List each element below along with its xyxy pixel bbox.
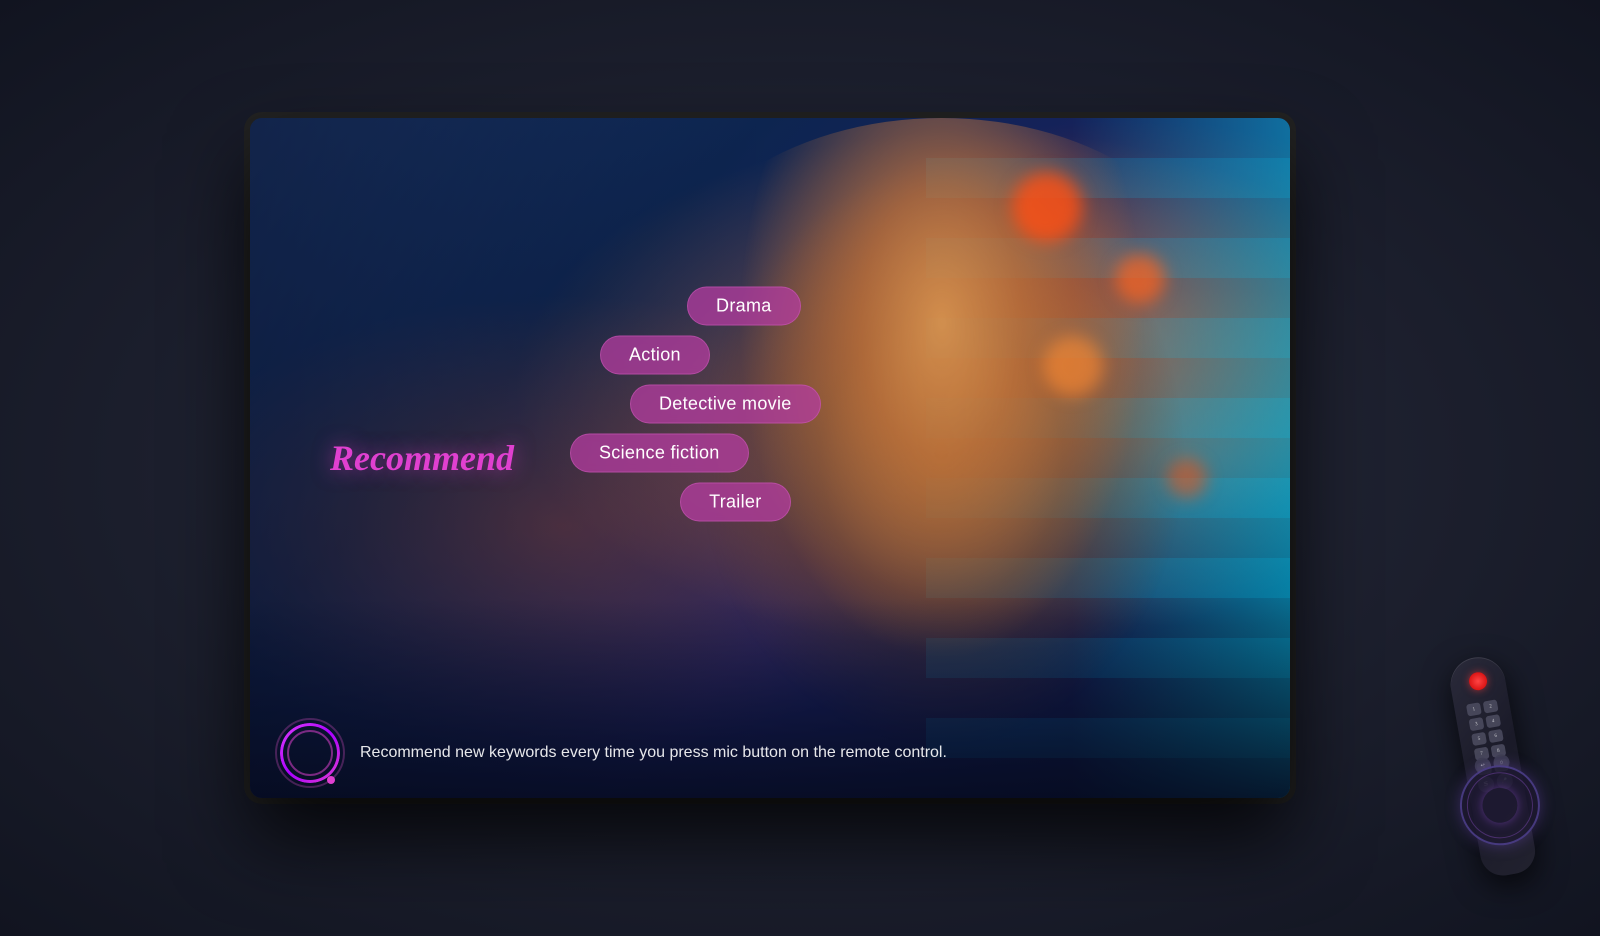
- remote-btn-2[interactable]: 2: [1483, 699, 1499, 713]
- remote-btn-3[interactable]: 3: [1469, 717, 1485, 731]
- voice-assistant-icon: [280, 723, 340, 783]
- remote-control: 1 2 3 4 5 6 7 8 9 0 ↩ ⌂ ☰ 🎤: [1446, 653, 1538, 879]
- tv-screen: Recommend Drama Action Detective movie S…: [250, 118, 1290, 798]
- bottom-bar: Recommend new keywords every time you pr…: [250, 708, 1290, 798]
- chip-action[interactable]: Action: [600, 335, 710, 374]
- remote-dpad-outer: [1453, 759, 1546, 852]
- bottom-description: Recommend new keywords every time you pr…: [360, 742, 1260, 764]
- chip-trailer[interactable]: Trailer: [680, 482, 790, 521]
- recommend-label: Recommend: [330, 437, 514, 479]
- remote-body: 1 2 3 4 5 6 7 8 9 0 ↩ ⌂ ☰ 🎤: [1446, 653, 1538, 879]
- chip-detective[interactable]: Detective movie: [630, 384, 821, 423]
- voice-circle-inner: [287, 730, 333, 776]
- remote-btn-1[interactable]: 1: [1466, 702, 1482, 716]
- remote-btn-5[interactable]: 5: [1471, 732, 1487, 746]
- chip-scifi[interactable]: Science fiction: [570, 433, 749, 472]
- chips-container: Drama Action Detective movie Science fic…: [570, 286, 821, 521]
- remote-dpad[interactable]: [1453, 759, 1546, 852]
- voice-dot: [327, 776, 335, 784]
- remote-btn-6[interactable]: 6: [1488, 729, 1504, 743]
- tv-frame: Recommend Drama Action Detective movie S…: [250, 118, 1290, 798]
- remote-btn-4[interactable]: 4: [1485, 714, 1501, 728]
- chip-drama[interactable]: Drama: [687, 286, 801, 325]
- remote-power-button[interactable]: [1467, 671, 1488, 692]
